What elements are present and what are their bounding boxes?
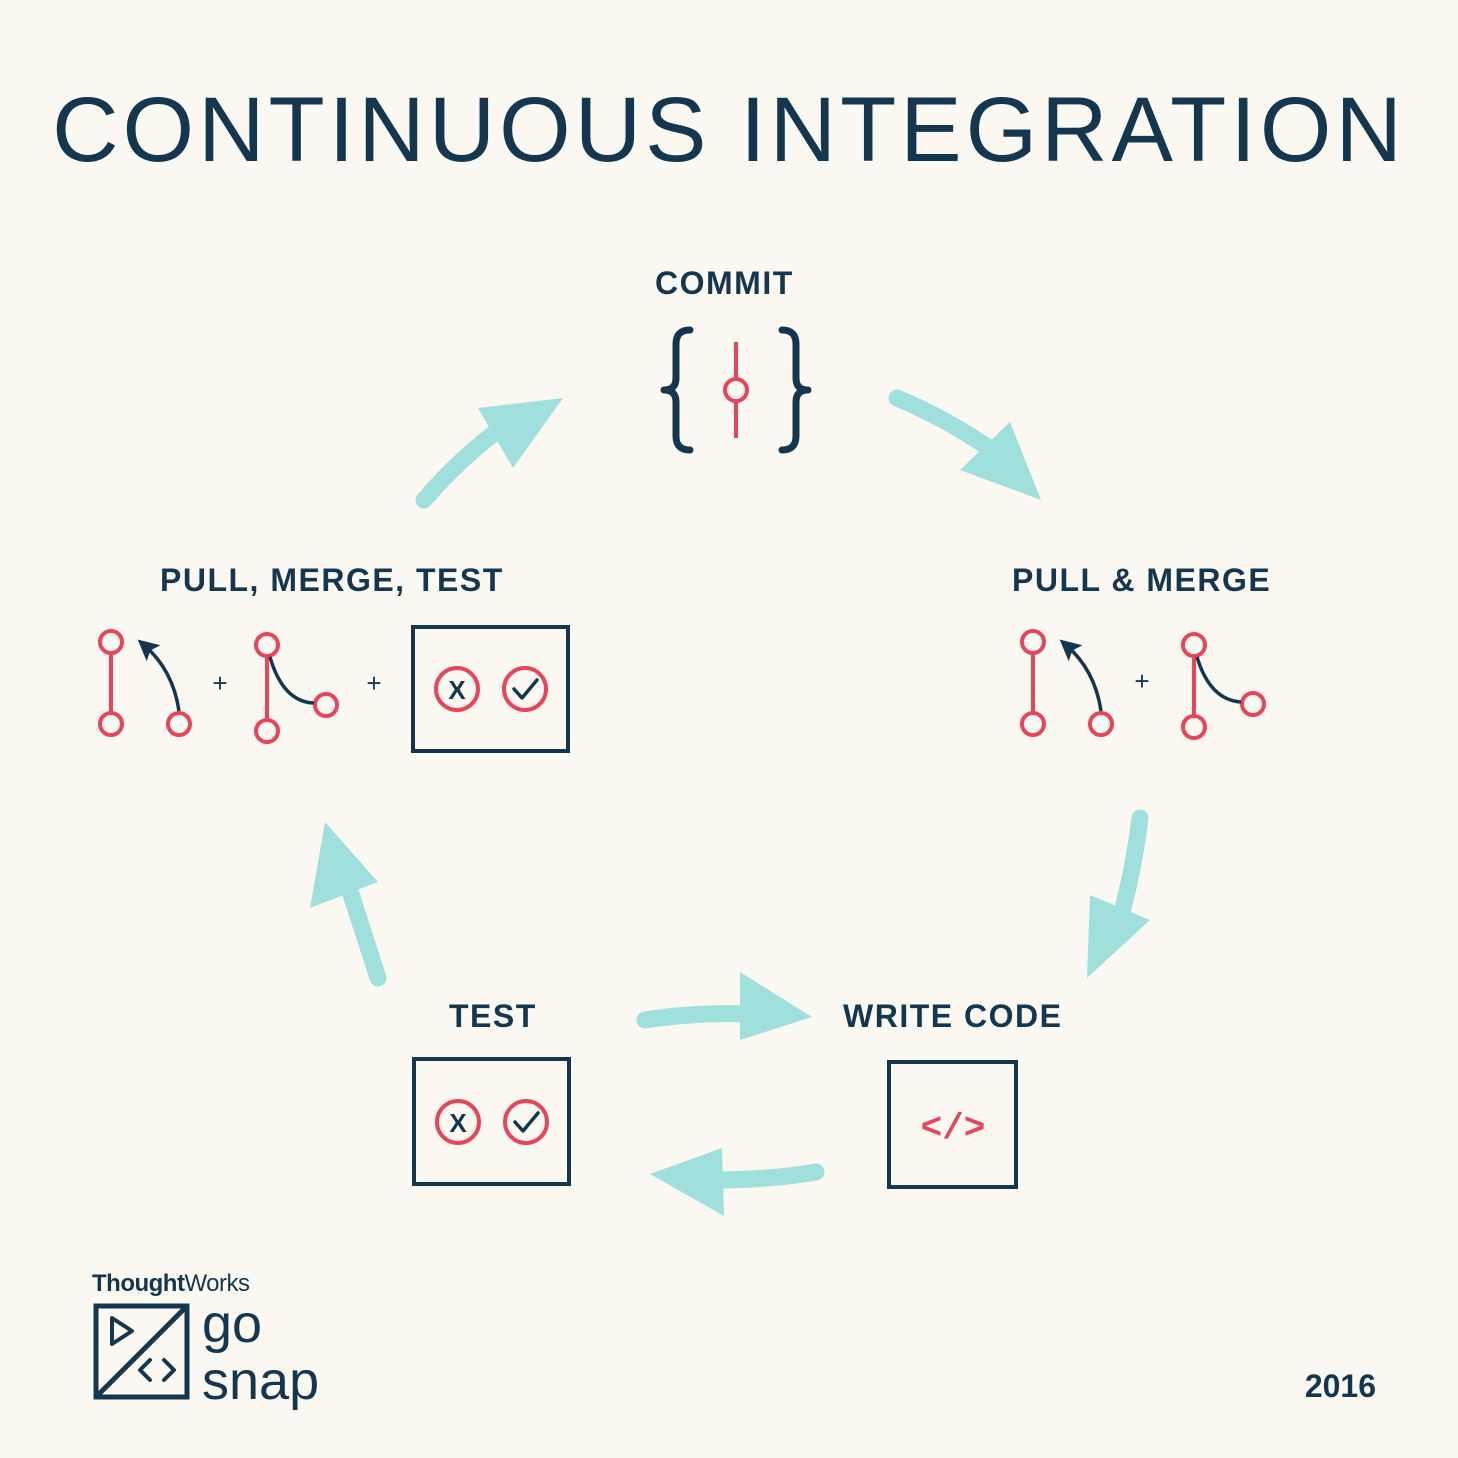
code-tag-glyph: </> (921, 1108, 986, 1149)
arrow-test-to-pull-merge-test (310, 822, 387, 987)
gosnap-logo-icon (93, 1303, 190, 1400)
test-results-icon: X (411, 625, 570, 753)
plus-sign: + (212, 668, 227, 698)
fail-x-icon: X (448, 675, 466, 705)
plus-sign: + (1134, 666, 1149, 696)
arrow-pull-merge-test-to-commit (415, 398, 563, 509)
ci-diagram: CONTINUOUS INTEGRATION COMMIT PULL & MER… (0, 0, 1458, 1458)
pull-icon (1020, 629, 1114, 737)
commit-icon (660, 326, 812, 454)
code-icon: </> (887, 1060, 1018, 1189)
pull-icon (98, 629, 192, 737)
merge-icon (1181, 632, 1266, 740)
year-label: 2016 (1304, 1368, 1376, 1404)
fail-x-icon: X (449, 1108, 467, 1138)
brand-product-go: go (202, 1294, 263, 1354)
merge-icon (254, 632, 339, 744)
brand-company-bold: Thought (92, 1270, 185, 1297)
check-icon (513, 1111, 540, 1133)
arrow-test-to-write-code (636, 972, 812, 1040)
brand-product-snap: snap (202, 1351, 320, 1411)
test-results-icon: X (412, 1057, 571, 1186)
check-icon (512, 678, 539, 700)
plus-sign: + (366, 668, 381, 698)
arrow-commit-to-pull-merge (888, 389, 1041, 500)
diagram-art: + + + X X </> (93, 326, 1266, 1400)
brand-company-regular: Works (184, 1270, 250, 1297)
arrow-write-code-to-test (650, 1148, 825, 1216)
arrow-pull-merge-to-write-code (1087, 809, 1150, 978)
